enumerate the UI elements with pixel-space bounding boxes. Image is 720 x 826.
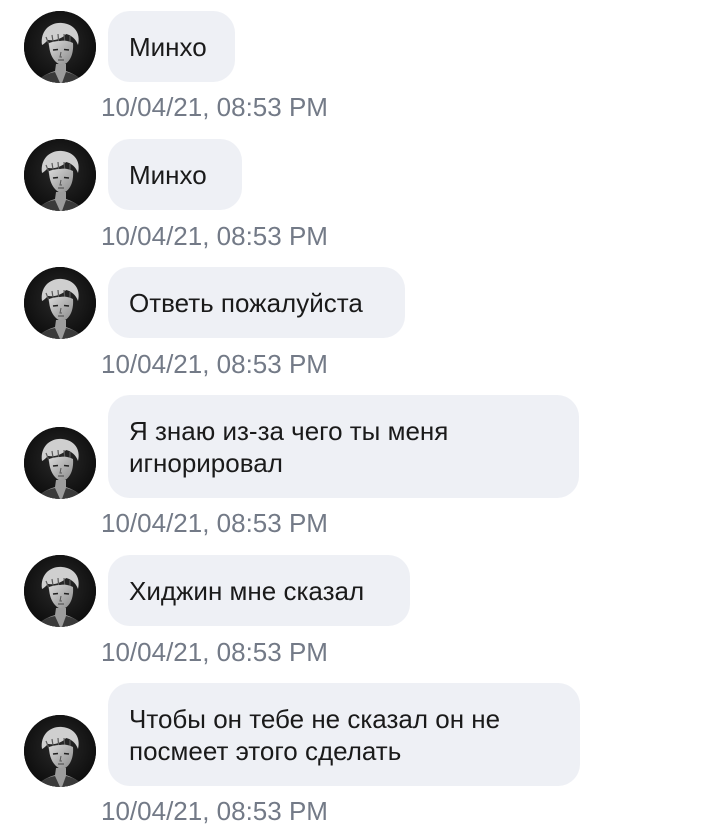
message-timestamp: 10/04/21, 08:53 PM bbox=[101, 221, 328, 251]
message-text: Минхо bbox=[129, 31, 207, 62]
avatar-portrait-icon[interactable] bbox=[24, 715, 96, 787]
message-text: Ответь пожалуйста bbox=[129, 287, 363, 318]
message-bubble[interactable]: Чтобы он тебе не сказал он не посмеет эт… bbox=[108, 683, 580, 786]
message-bubble[interactable]: Минхо bbox=[108, 139, 242, 210]
message-timestamp: 10/04/21, 08:53 PM bbox=[101, 796, 328, 826]
message-bubble[interactable]: Хиджин мне сказал bbox=[108, 555, 410, 626]
message-timestamp: 10/04/21, 08:53 PM bbox=[101, 92, 328, 122]
message-text: Я знаю из-за чего ты меня игнорировал bbox=[129, 415, 449, 478]
message-bubble[interactable]: Минхо bbox=[108, 11, 235, 82]
message-text: Минхо bbox=[129, 159, 207, 190]
message-bubble[interactable]: Я знаю из-за чего ты меня игнорировал bbox=[108, 395, 579, 498]
message-timestamp: 10/04/21, 08:53 PM bbox=[101, 508, 328, 538]
message-bubble[interactable]: Ответь пожалуйста bbox=[108, 267, 405, 338]
avatar-portrait-icon[interactable] bbox=[24, 555, 96, 627]
chat-message-list[interactable]: Минхо 10/04/21, 08:53 PM Минхо 10/04/21,… bbox=[0, 0, 720, 826]
avatar-portrait-icon[interactable] bbox=[24, 267, 96, 339]
avatar-portrait-icon[interactable] bbox=[24, 427, 96, 499]
message-timestamp: 10/04/21, 08:53 PM bbox=[101, 349, 328, 379]
message-text: Чтобы он тебе не сказал он не посмеет эт… bbox=[129, 703, 501, 766]
avatar-portrait-icon[interactable] bbox=[24, 11, 96, 83]
avatar-portrait-icon[interactable] bbox=[24, 139, 96, 211]
message-text: Хиджин мне сказал bbox=[129, 575, 365, 606]
message-timestamp: 10/04/21, 08:53 PM bbox=[101, 637, 328, 667]
